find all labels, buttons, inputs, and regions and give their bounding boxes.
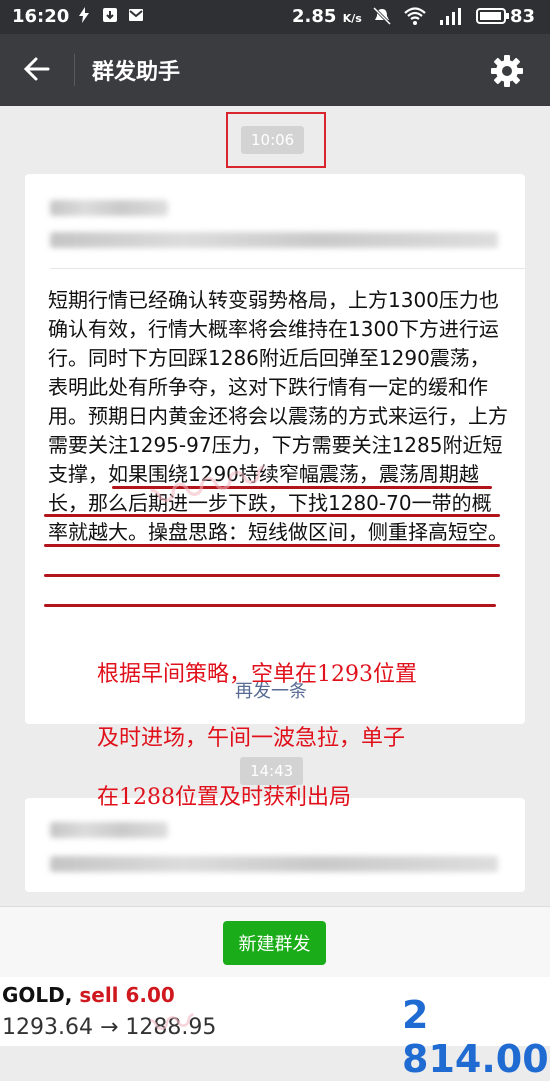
flash-icon <box>79 7 89 23</box>
annotation-line: 在1288位置及时获利出局 <box>97 785 351 810</box>
message-timestamp: 10:06 <box>241 126 305 154</box>
battery-level: 83 <box>510 6 536 27</box>
underline-mark <box>44 514 500 517</box>
wifi-icon <box>404 7 426 25</box>
new-broadcast-button[interactable]: 新建群发 <box>223 921 326 965</box>
message-body: 短期行情已经确认转变弱势格局，上方1300压力也确认有效，行情大概率将会维持在1… <box>48 288 508 544</box>
underline-mark <box>44 604 496 607</box>
recipients-label-blurred <box>50 822 168 838</box>
annotation-line: 根据早间策略，空单在1293位置 <box>97 662 417 687</box>
card-divider <box>50 268 526 269</box>
title-separator <box>74 54 75 86</box>
back-arrow-icon[interactable] <box>22 54 52 84</box>
battery-icon <box>476 8 509 24</box>
annotation-line: 及时进场，午间一波急拉，单子 <box>97 726 406 751</box>
bottom-bar: 新建群发 <box>0 906 550 977</box>
page-title: 群发助手 <box>92 60 181 85</box>
message-card <box>25 798 525 892</box>
notification-icons <box>76 7 144 23</box>
net-speed: 2.85 K/s <box>292 6 362 27</box>
trade-ticker: GOLD, sell 6.00 1293.64 → 1288.95 2 814.… <box>0 977 550 1081</box>
trade-total: 2 814.00 <box>402 993 549 1081</box>
signature-watermark: 〰 <box>147 996 198 1053</box>
mail-icon <box>129 9 143 21</box>
symbol-label: GOLD, <box>2 983 73 1007</box>
underline-mark <box>44 544 500 547</box>
recipients-list-blurred <box>50 856 498 872</box>
gear-icon[interactable] <box>488 52 526 90</box>
system-icons <box>372 6 510 26</box>
download-icon <box>103 8 117 22</box>
signal-icon <box>440 8 461 25</box>
recipients-list-blurred <box>50 232 498 248</box>
recipients-label-blurred <box>50 200 168 216</box>
title-bar: 群发助手 <box>0 34 550 106</box>
underline-mark <box>44 574 500 577</box>
status-time: 16:20 <box>12 6 70 27</box>
status-bar: 16:20 2.85 K/s 83 <box>0 0 550 34</box>
mute-icon <box>372 6 392 26</box>
